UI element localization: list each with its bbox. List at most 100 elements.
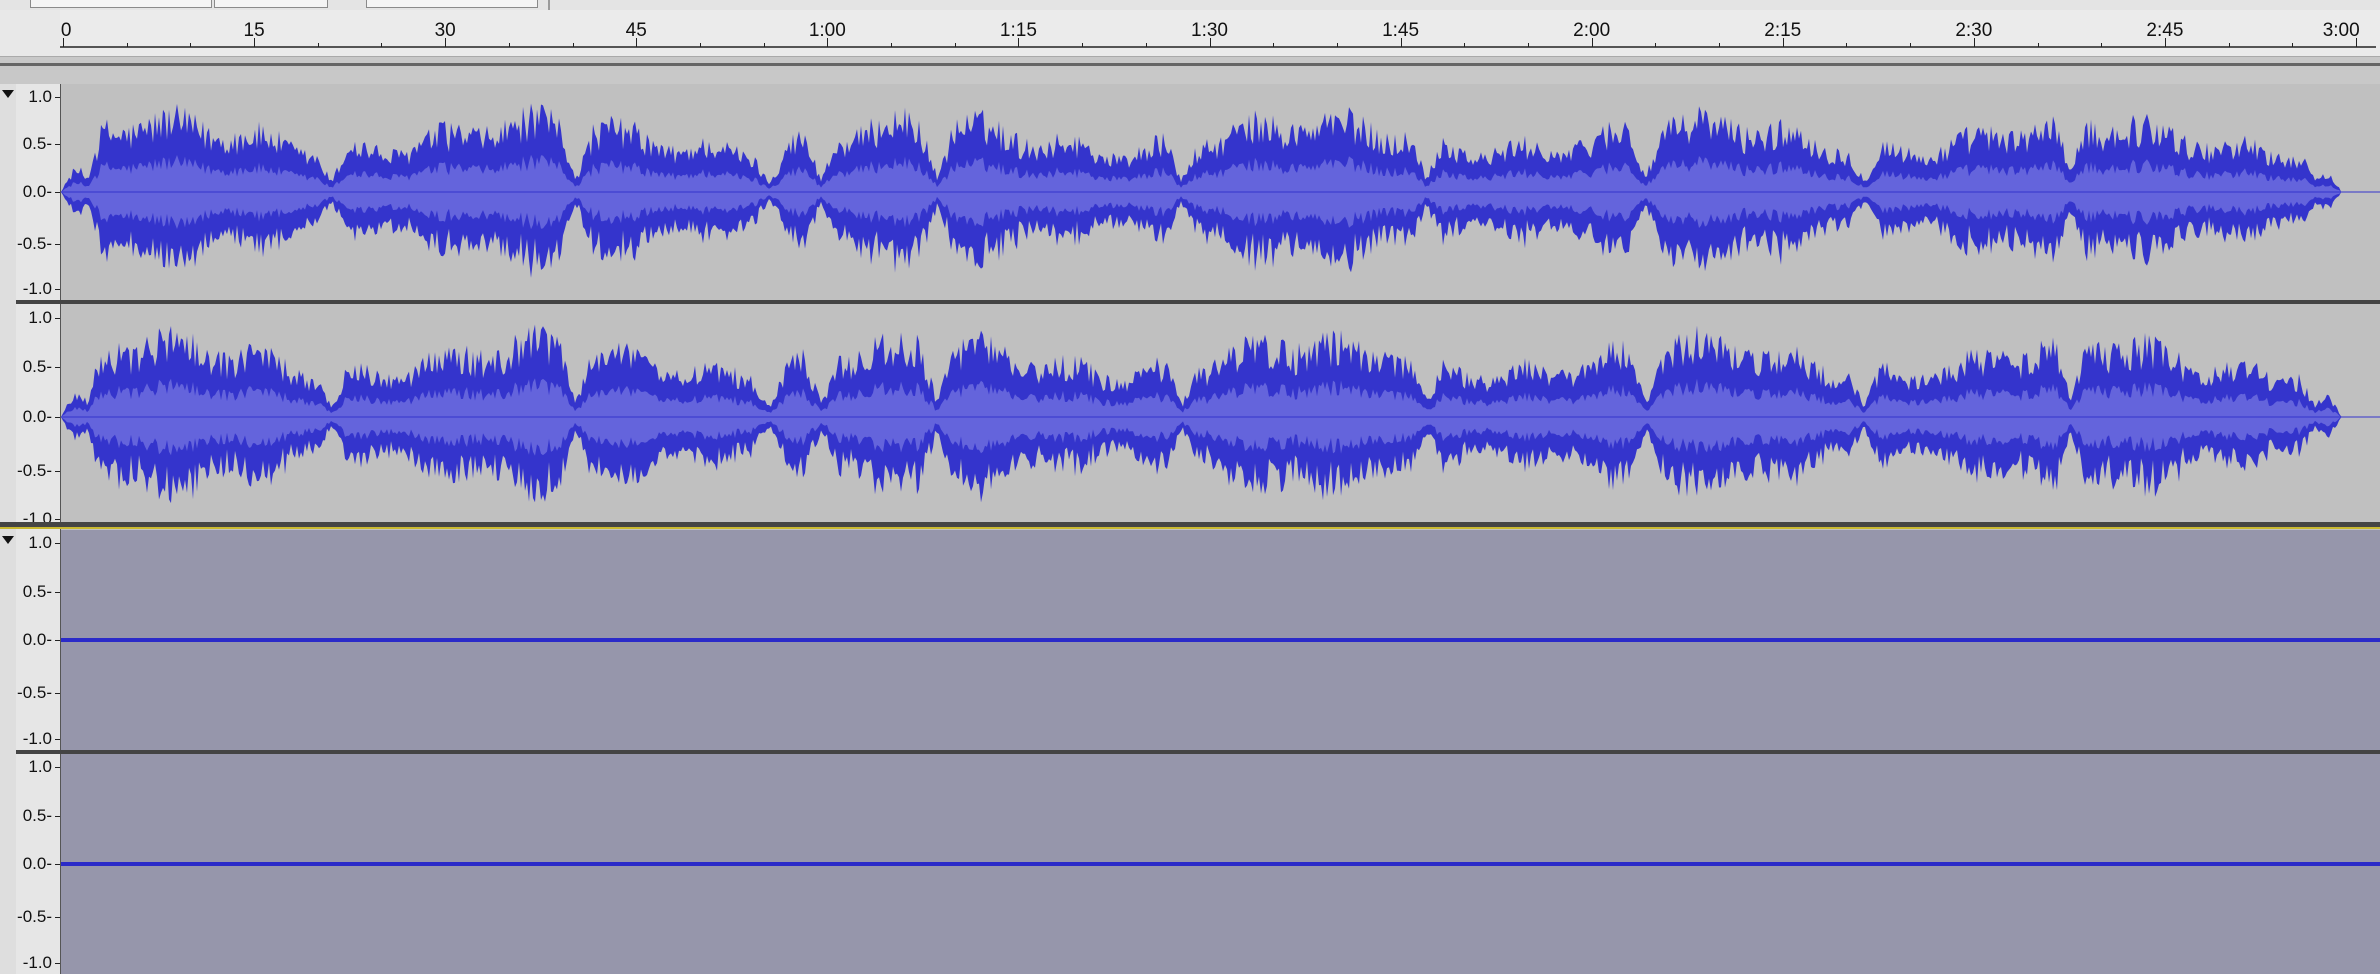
waveform-svg xyxy=(61,530,2380,750)
scale-tick xyxy=(55,96,60,98)
scale-tick xyxy=(55,192,60,193)
scale-label: 0.5- xyxy=(22,581,52,601)
timeline-minor-tick xyxy=(1655,43,1657,47)
timeline-minor-tick xyxy=(699,43,701,47)
scale-label: -1.0 xyxy=(22,953,52,972)
audio-track-1[interactable]: 1.0 0.5- 0.0- -0.5- -1.0 1.0 0.5- 0.0- -0.5- -1.… xyxy=(0,84,2380,530)
scale-label: -0.5- xyxy=(17,906,52,926)
scale-tick xyxy=(55,864,60,865)
scale-tick xyxy=(55,916,60,918)
timeline-major-tick xyxy=(1400,38,1402,47)
timeline-minor-tick xyxy=(1145,43,1147,47)
timeline-ruler[interactable]: 0 15 30 45 1:00 1:15 1:30 1:45 2:00 2:15 2:30 2:45 3… xyxy=(0,10,2380,66)
timeline-minor-tick xyxy=(1846,43,1848,47)
scale-tick xyxy=(55,591,60,593)
toolbar-separator xyxy=(548,0,550,10)
waveform-svg xyxy=(61,84,2380,300)
timeline-minor-tick xyxy=(2101,43,2103,47)
timeline-major-tick xyxy=(254,38,256,47)
scale-tick xyxy=(55,543,60,545)
timeline-major-tick xyxy=(1591,38,1593,47)
timeline-major-tick xyxy=(1973,38,1975,47)
toolbar-control[interactable] xyxy=(366,0,538,8)
timeline-major-tick xyxy=(827,38,829,47)
track-1-right-channel[interactable]: 1.0 0.5- 0.0- -0.5- -1.0 xyxy=(16,304,2380,530)
waveform-display[interactable] xyxy=(61,304,2380,530)
scale-tick xyxy=(55,739,60,740)
timeline-minor-tick xyxy=(190,43,192,47)
scale-tick xyxy=(55,144,60,146)
timeline-minor-tick xyxy=(317,43,319,47)
timeline-major-tick xyxy=(1018,38,1020,47)
track-menu-dropdown-icon[interactable] xyxy=(2,536,14,544)
scale-tick xyxy=(55,692,60,694)
scale-label: -1.0 xyxy=(22,279,52,299)
timeline-minor-tick xyxy=(2228,43,2230,47)
toolbar-control[interactable] xyxy=(30,0,212,8)
scale-label: 0.5- xyxy=(22,134,52,154)
scale-label: 0.0- xyxy=(22,630,52,649)
scale-label: 0.0- xyxy=(22,407,52,426)
timeline-minor-tick xyxy=(381,43,383,47)
track-menu-dropdown-icon[interactable] xyxy=(2,90,14,98)
scale-tick xyxy=(55,640,60,641)
timeline-minor-tick xyxy=(2292,43,2294,47)
scale-tick xyxy=(55,767,60,769)
waveform-display[interactable] xyxy=(61,530,2380,750)
timeline-tick-label: 3:00 xyxy=(2322,20,2360,41)
scale-label: 1.0 xyxy=(28,307,52,327)
timeline-minor-tick xyxy=(1910,43,1912,47)
timeline-minor-tick xyxy=(1082,43,1084,47)
timeline-minor-tick xyxy=(2037,43,2039,47)
timeline-divider xyxy=(0,63,2380,66)
timeline-minor-tick xyxy=(1527,43,1529,47)
timeline-major-tick xyxy=(63,38,64,47)
vertical-scale-ruler: 1.0 0.5- 0.0- -0.5- -1.0 xyxy=(16,754,61,974)
vertical-scale-ruler: 1.0 0.5- 0.0- -0.5- -1.0 xyxy=(16,530,61,750)
timeline-minor-tick xyxy=(1273,43,1275,47)
scale-tick xyxy=(55,815,60,817)
selection-boundary-line xyxy=(0,527,2380,529)
timeline-minor-tick xyxy=(508,43,510,47)
scale-label: -0.5- xyxy=(17,682,52,702)
scale-tick xyxy=(55,471,60,473)
scale-label: 1.0 xyxy=(28,86,52,106)
timeline-minor-tick xyxy=(1336,43,1338,47)
timeline-major-tick xyxy=(2164,38,2166,47)
waveform-display[interactable] xyxy=(61,84,2380,300)
timeline-major-tick xyxy=(2356,38,2357,47)
timeline-minor-tick xyxy=(954,43,956,47)
timeline-minor-tick xyxy=(763,43,765,47)
scale-label: -0.5- xyxy=(17,233,52,253)
timeline-minor-tick xyxy=(891,43,893,47)
track-2-right-channel[interactable]: 1.0 0.5- 0.0- -0.5- -1.0 xyxy=(16,754,2380,974)
timeline-major-tick xyxy=(1209,38,1211,47)
timeline-minor-tick xyxy=(1719,43,1721,47)
scale-label: 1.0 xyxy=(28,533,52,553)
toolbar-control[interactable] xyxy=(214,0,328,8)
scale-label: 0.0- xyxy=(22,854,52,873)
vertical-scale-ruler: 1.0 0.5- 0.0- -0.5- -1.0 xyxy=(16,84,61,300)
track-1-control-panel[interactable] xyxy=(0,84,17,530)
track-2-left-channel[interactable]: 1.0 0.5- 0.0- -0.5- -1.0 xyxy=(16,530,2380,750)
timeline-minor-tick xyxy=(572,43,574,47)
audio-track-2[interactable]: 1.0 0.5- 0.0- -0.5- -1.0 1.0 0.5- 0.0- -0.5- -1.… xyxy=(0,530,2380,974)
track-2-control-panel[interactable] xyxy=(0,530,17,974)
timeline-minor-tick xyxy=(1464,43,1466,47)
toolbar-remnant xyxy=(0,0,2380,10)
waveform-display[interactable] xyxy=(61,754,2380,974)
scale-label: -0.5- xyxy=(17,461,52,481)
timeline-major-tick xyxy=(636,38,638,47)
scale-label: -1.0 xyxy=(22,729,52,748)
scale-label: 0.5- xyxy=(22,357,52,377)
waveform-svg xyxy=(61,304,2380,530)
timeline-major-tick xyxy=(445,38,447,47)
scale-tick xyxy=(55,317,60,319)
track-1-left-channel[interactable]: 1.0 0.5- 0.0- -0.5- -1.0 xyxy=(16,84,2380,300)
scale-tick xyxy=(55,518,60,520)
scale-tick xyxy=(55,289,60,291)
vertical-scale-ruler: 1.0 0.5- 0.0- -0.5- -1.0 xyxy=(16,304,61,530)
waveform-svg xyxy=(61,754,2380,974)
scale-tick xyxy=(55,367,60,369)
timeline-major-tick xyxy=(1782,38,1784,47)
